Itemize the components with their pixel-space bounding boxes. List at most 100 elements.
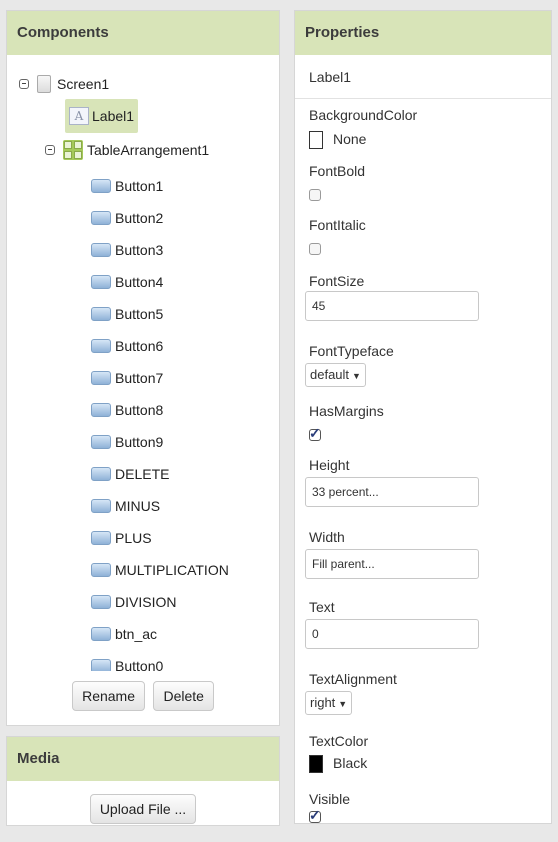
fontbold-checkbox[interactable]: [309, 189, 321, 201]
textcolor-value[interactable]: Black: [333, 755, 367, 771]
button-component-icon: [91, 179, 111, 193]
tree-node-button[interactable]: MULTIPLICATION: [91, 557, 229, 583]
button-component-icon: [91, 563, 111, 577]
text-input[interactable]: 0: [305, 619, 479, 649]
button-component-label: Button7: [115, 370, 164, 386]
tree-node-button[interactable]: Button4: [91, 269, 163, 295]
fonttypeface-select[interactable]: default ▼: [305, 363, 366, 387]
button-component-label: DELETE: [115, 466, 170, 482]
prop-textcolor-label: TextColor: [309, 733, 369, 749]
tree-node-tablearrangement1[interactable]: TableArrangement1: [45, 137, 209, 163]
prop-hasmargins-label: HasMargins: [309, 403, 384, 419]
tree-node-button[interactable]: MINUS: [91, 493, 160, 519]
tree-node-button[interactable]: Button5: [91, 301, 163, 327]
button-component-icon: [91, 307, 111, 321]
prop-fontsize-label: FontSize: [309, 273, 365, 289]
tree-node-button[interactable]: Button0: [91, 653, 163, 671]
prop-height-label: Height: [309, 457, 350, 473]
button-component-label: btn_ac: [115, 626, 158, 642]
button-component-label: MULTIPLICATION: [115, 562, 229, 578]
tree-node-button[interactable]: btn_ac: [91, 621, 157, 647]
component-tree[interactable]: Screen1 A Label1 TableArrangement1 Butto…: [7, 55, 279, 671]
selected-component-name: Label1: [295, 55, 551, 99]
textalignment-select[interactable]: right ▼: [305, 691, 353, 715]
button-component-icon: [91, 243, 111, 257]
collapse-toggle-icon[interactable]: [19, 79, 29, 89]
tree-node-button[interactable]: Button6: [91, 333, 163, 359]
table-arrangement-label: TableArrangement1: [87, 142, 210, 158]
button-component-icon: [91, 595, 111, 609]
component-actions: Rename Delete: [7, 681, 279, 711]
prop-text-label: Text: [309, 599, 335, 615]
hasmargins-checkbox[interactable]: [309, 425, 321, 442]
height-input[interactable]: 33 percent...: [305, 477, 479, 507]
fontitalic-checkbox[interactable]: [309, 243, 321, 255]
tree-node-button[interactable]: Button9: [91, 429, 163, 455]
components-panel: Components Screen1 A Label1 TableArrange…: [6, 10, 280, 726]
textcolor-swatch[interactable]: [309, 755, 323, 773]
button-component-icon: [91, 627, 111, 641]
media-header: Media: [7, 737, 279, 781]
button-component-icon: [91, 339, 111, 353]
tree-node-label1[interactable]: A Label1: [65, 99, 139, 133]
tree-node-button[interactable]: Button2: [91, 205, 163, 231]
label-icon: A: [69, 107, 89, 125]
prop-textalignment-label: TextAlignment: [309, 671, 397, 687]
prop-backgroundcolor-label: BackgroundColor: [309, 107, 418, 123]
button-component-icon: [91, 531, 111, 545]
button-component-icon: [91, 403, 111, 417]
tree-node-button[interactable]: Button8: [91, 397, 163, 423]
button-component-label: Button4: [115, 274, 164, 290]
width-input[interactable]: Fill parent...: [305, 549, 479, 579]
upload-file-button[interactable]: Upload File ...: [89, 794, 197, 824]
button-component-label: DIVISION: [115, 594, 177, 610]
backgroundcolor-value[interactable]: None: [333, 131, 366, 147]
button-component-label: Button5: [115, 306, 164, 322]
tree-node-button[interactable]: Button7: [91, 365, 163, 391]
tree-node-button[interactable]: Button3: [91, 237, 163, 263]
button-component-label: MINUS: [115, 498, 161, 514]
button-component-label: Button9: [115, 434, 164, 450]
media-panel: Media Upload File ...: [6, 736, 280, 826]
tree-node-button[interactable]: DELETE: [91, 461, 169, 487]
caret-down-icon: ▼: [352, 371, 361, 381]
table-arrangement-icon: [63, 140, 83, 160]
tree-node-button[interactable]: PLUS: [91, 525, 152, 551]
properties-header: Properties: [295, 11, 551, 55]
button-component-icon: [91, 435, 111, 449]
prop-width-label: Width: [309, 529, 345, 545]
tree-node-screen1[interactable]: Screen1: [19, 71, 109, 97]
tree-node-button[interactable]: DIVISION: [91, 589, 176, 615]
button-component-label: Button6: [115, 338, 164, 354]
collapse-toggle-icon[interactable]: [45, 145, 55, 155]
prop-fonttypeface-label: FontTypeface: [309, 343, 394, 359]
visible-checkbox[interactable]: [309, 807, 321, 824]
button-component-icon: [91, 275, 111, 289]
label1-label: Label1: [92, 108, 135, 124]
fonttypeface-value: default: [310, 367, 350, 382]
properties-panel: Properties Label1 BackgroundColor None F…: [294, 10, 552, 824]
button-component-icon: [91, 659, 111, 671]
fontsize-input[interactable]: 45: [305, 291, 479, 321]
prop-visible-label: Visible: [309, 791, 350, 807]
screen-icon: [37, 75, 51, 93]
button-component-icon: [91, 211, 111, 225]
prop-fontitalic-label: FontItalic: [309, 217, 366, 233]
textalignment-value: right: [310, 695, 336, 710]
button-component-icon: [91, 499, 111, 513]
delete-button[interactable]: Delete: [153, 681, 214, 711]
button-component-label: PLUS: [115, 530, 152, 546]
rename-button[interactable]: Rename: [72, 681, 145, 711]
button-component-label: Button2: [115, 210, 164, 226]
button-component-label: Button1: [115, 178, 164, 194]
screen-label: Screen1: [57, 76, 110, 92]
components-header: Components: [7, 11, 279, 55]
backgroundcolor-swatch[interactable]: [309, 131, 323, 149]
tree-node-button[interactable]: Button1: [91, 173, 163, 199]
caret-down-icon: ▼: [338, 699, 348, 709]
prop-fontbold-label: FontBold: [309, 163, 366, 179]
button-component-label: Button8: [115, 402, 164, 418]
button-component-icon: [91, 371, 111, 385]
button-component-icon: [91, 467, 111, 481]
button-component-label: Button3: [115, 242, 164, 258]
